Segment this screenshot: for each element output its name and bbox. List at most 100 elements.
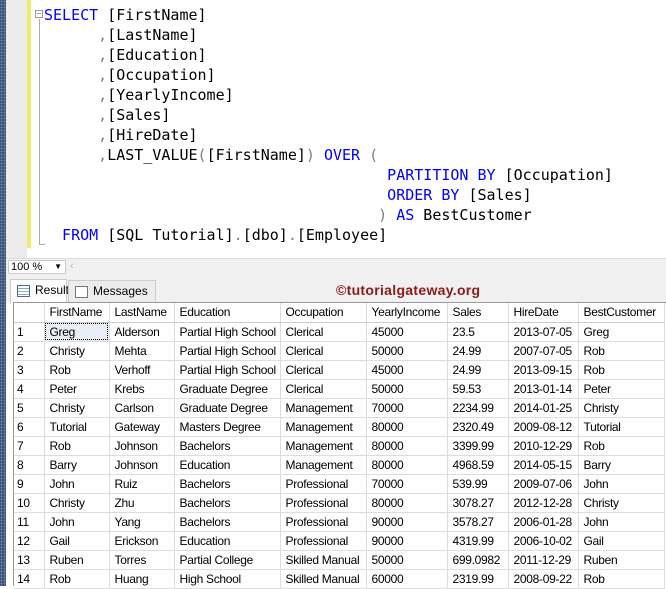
table-cell[interactable]: 70000 (366, 398, 448, 418)
table-cell[interactable]: 2013-07-05 (508, 322, 579, 342)
table-cell[interactable]: 24.99 (447, 341, 509, 361)
table-cell[interactable]: Zhu (109, 493, 175, 513)
table-cell[interactable]: Management (280, 455, 367, 475)
table-cell[interactable]: 2010-12-29 (508, 436, 579, 456)
table-cell[interactable]: Graduate Degree (174, 398, 281, 418)
table-cell[interactable]: Education (174, 455, 281, 475)
table-cell[interactable]: Gateway (109, 417, 175, 437)
row-number[interactable]: 3 (14, 360, 45, 380)
row-number[interactable]: 12 (14, 531, 45, 551)
row-number[interactable]: 2 (14, 341, 45, 361)
table-cell[interactable]: Skilled Manual (280, 550, 367, 570)
table-cell[interactable]: Clerical (280, 341, 367, 361)
tab-messages[interactable]: Messages (68, 280, 156, 303)
table-cell[interactable]: Gail (44, 531, 110, 551)
corner-cell[interactable] (14, 303, 45, 323)
table-row[interactable]: 10 Christy Zhu Bachelors Professional 80000 30… (14, 493, 665, 513)
table-row[interactable]: 3 Rob Verhoff Partial High School Clerical 45… (14, 360, 665, 380)
table-cell[interactable]: Greg (44, 322, 110, 342)
table-cell[interactable]: Rob (578, 341, 665, 361)
table-cell[interactable]: Greg (578, 322, 665, 342)
table-cell[interactable]: John (44, 474, 110, 494)
table-cell[interactable]: Peter (44, 379, 110, 399)
table-cell[interactable]: 3399.99 (447, 436, 509, 456)
table-cell[interactable]: Management (280, 436, 367, 456)
column-header[interactable]: Education (174, 303, 281, 323)
table-cell[interactable]: 80000 (366, 493, 448, 513)
table-cell[interactable]: Management (280, 417, 367, 437)
table-cell[interactable]: Torres (109, 550, 175, 570)
table-cell[interactable]: 45000 (366, 322, 448, 342)
column-header[interactable]: Sales (447, 303, 509, 323)
table-cell[interactable]: Graduate Degree (174, 379, 281, 399)
table-cell[interactable]: Ruben (578, 550, 665, 570)
table-cell[interactable]: Peter (578, 379, 665, 399)
table-cell[interactable]: 50000 (366, 550, 448, 570)
table-cell[interactable]: 24.99 (447, 360, 509, 380)
table-cell[interactable]: 59.53 (447, 379, 509, 399)
table-cell[interactable]: 90000 (366, 531, 448, 551)
table-cell[interactable]: Management (280, 398, 367, 418)
table-cell[interactable]: Rob (578, 436, 665, 456)
table-cell[interactable]: Erickson (109, 531, 175, 551)
table-cell[interactable]: 4968.59 (447, 455, 509, 475)
table-cell[interactable]: Christy (44, 493, 110, 513)
table-cell[interactable]: Verhoff (109, 360, 175, 380)
table-cell[interactable]: Bachelors (174, 493, 281, 513)
table-cell[interactable]: Bachelors (174, 512, 281, 532)
table-cell[interactable]: 80000 (366, 436, 448, 456)
table-cell[interactable]: Professional (280, 493, 367, 513)
row-number[interactable]: 10 (14, 493, 45, 513)
column-header[interactable]: FirstName (44, 303, 110, 323)
table-row[interactable]: 1 Greg Alderson Partial High School Clerical… (14, 322, 665, 342)
table-cell[interactable]: Partial High School (174, 360, 281, 380)
table-row[interactable]: 13 Ruben Torres Partial College Skilled Manu… (14, 550, 665, 570)
table-row[interactable]: 7 Rob Johnson Bachelors Management 80000 3399.… (14, 436, 665, 456)
table-cell[interactable]: Masters Degree (174, 417, 281, 437)
table-row[interactable]: 14 Rob Huang High School Skilled Manual 60000… (14, 569, 665, 589)
table-cell[interactable]: Gail (578, 531, 665, 551)
table-cell[interactable]: 2006-10-02 (508, 531, 579, 551)
column-header[interactable]: Occupation (280, 303, 367, 323)
tab-results[interactable]: Results (10, 279, 75, 304)
table-cell[interactable]: Huang (109, 569, 175, 589)
row-number[interactable]: 11 (14, 512, 45, 532)
table-row[interactable]: 12 Gail Erickson Education Professional 90000… (14, 531, 665, 551)
table-cell[interactable]: Mehta (109, 341, 175, 361)
table-row[interactable]: 9 John Ruiz Bachelors Professional 70000 539.9… (14, 474, 665, 494)
row-number[interactable]: 14 (14, 569, 45, 589)
table-cell[interactable]: Clerical (280, 379, 367, 399)
table-cell[interactable]: Yang (109, 512, 175, 532)
table-row[interactable]: 4 Peter Krebs Graduate Degree Clerical 50000 5… (14, 379, 665, 399)
column-header[interactable]: BestCustomer (578, 303, 665, 323)
table-row[interactable]: 5 Christy Carlson Graduate Degree Management… (14, 398, 665, 418)
table-cell[interactable]: 2014-01-25 (508, 398, 579, 418)
row-number[interactable]: 4 (14, 379, 45, 399)
table-cell[interactable]: 80000 (366, 417, 448, 437)
sql-editor[interactable]: − SELECT [FirstName] ,[LastName] ,[Educa… (0, 0, 666, 258)
column-header[interactable]: LastName (109, 303, 175, 323)
sql-code[interactable]: SELECT [FirstName] ,[LastName] ,[Educati… (44, 5, 613, 245)
table-cell[interactable]: Professional (280, 531, 367, 551)
row-number[interactable]: 13 (14, 550, 45, 570)
zoom-dropdown[interactable]: 100 % ▼ (8, 260, 66, 274)
table-cell[interactable]: John (44, 512, 110, 532)
column-header[interactable]: HireDate (508, 303, 579, 323)
scroll-left-icon[interactable]: ‹ (70, 260, 74, 272)
table-cell[interactable]: 70000 (366, 474, 448, 494)
table-cell[interactable]: 4319.99 (447, 531, 509, 551)
table-cell[interactable]: 2011-12-29 (508, 550, 579, 570)
table-cell[interactable]: 539.99 (447, 474, 509, 494)
table-cell[interactable]: Christy (578, 398, 665, 418)
table-cell[interactable]: Bachelors (174, 474, 281, 494)
table-cell[interactable]: Rob (44, 569, 110, 589)
table-cell[interactable]: 2006-01-28 (508, 512, 579, 532)
table-cell[interactable]: 50000 (366, 379, 448, 399)
table-cell[interactable]: Carlson (109, 398, 175, 418)
table-cell[interactable]: Professional (280, 474, 367, 494)
column-header[interactable]: YearlyIncome (366, 303, 448, 323)
row-number[interactable]: 5 (14, 398, 45, 418)
table-cell[interactable]: 2320.49 (447, 417, 509, 437)
table-cell[interactable]: 2007-07-05 (508, 341, 579, 361)
table-cell[interactable]: Tutorial (578, 417, 665, 437)
